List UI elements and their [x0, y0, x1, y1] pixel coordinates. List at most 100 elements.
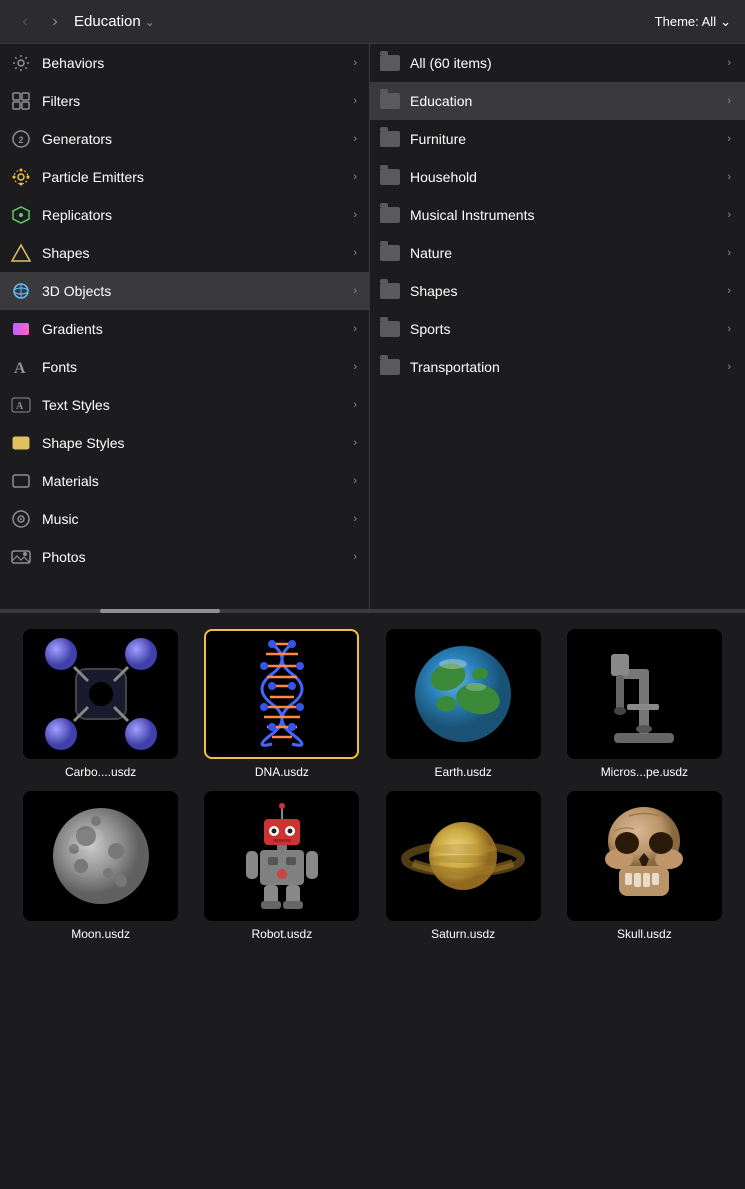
- materials-icon: [10, 470, 32, 492]
- materials-chevron: ›: [353, 475, 357, 487]
- shapes-chevron: ›: [353, 247, 357, 259]
- filters-label: Filters: [42, 93, 80, 109]
- sidebar-item-shape-styles[interactable]: Shape Styles ›: [0, 424, 369, 462]
- sidebar-item-shapes[interactable]: Shapes ›: [0, 234, 369, 272]
- header: ‹ › Education ⌄ Theme: All ⌄: [0, 0, 745, 44]
- 3d-objects-icon: [10, 280, 32, 302]
- particle-emitters-chevron: ›: [353, 171, 357, 183]
- sidebar-item-behaviors[interactable]: Behaviors ›: [0, 44, 369, 82]
- right-panel: All (60 items) › Education › Furniture ›…: [370, 44, 745, 609]
- right-item-furniture[interactable]: Furniture ›: [370, 120, 745, 158]
- list-item[interactable]: Micros...pe.usdz: [560, 629, 729, 779]
- furniture-label: Furniture: [410, 131, 466, 147]
- earth-label: Earth.usdz: [434, 765, 491, 779]
- sidebar-item-3d-objects[interactable]: 3D Objects ›: [0, 272, 369, 310]
- list-item[interactable]: Carbo....usdz: [16, 629, 185, 779]
- forward-button[interactable]: ›: [44, 11, 66, 33]
- music-icon: [10, 508, 32, 530]
- shapes-label: Shapes: [42, 245, 89, 261]
- gear-icon: [10, 52, 32, 74]
- nature-folder-icon: [380, 245, 400, 261]
- fonts-icon: A: [10, 356, 32, 378]
- generators-icon: 2: [10, 128, 32, 150]
- music-chevron: ›: [353, 513, 357, 525]
- sidebar-item-photos[interactable]: Photos ›: [0, 538, 369, 576]
- sports-chevron: ›: [727, 323, 731, 335]
- scroll-track: [100, 609, 645, 613]
- photos-label: Photos: [42, 549, 86, 565]
- robot-label: Robot.usdz: [252, 927, 313, 941]
- nature-chevron: ›: [727, 247, 731, 259]
- sidebar-item-gradients[interactable]: Gradients ›: [0, 310, 369, 348]
- musical-instruments-label: Musical Instruments: [410, 207, 534, 223]
- replicators-icon: [10, 204, 32, 226]
- photos-icon: [10, 546, 32, 568]
- sidebar-item-generators[interactable]: 2 Generators ›: [0, 120, 369, 158]
- saturn-label: Saturn.usdz: [431, 927, 495, 941]
- generators-chevron: ›: [353, 133, 357, 145]
- transportation-chevron: ›: [727, 361, 731, 373]
- shapes-right-chevron: ›: [727, 285, 731, 297]
- text-styles-chevron: ›: [353, 399, 357, 411]
- right-item-all[interactable]: All (60 items) ›: [370, 44, 745, 82]
- right-item-nature[interactable]: Nature ›: [370, 234, 745, 272]
- microscope-label: Micros...pe.usdz: [601, 765, 688, 779]
- behaviors-chevron: ›: [353, 57, 357, 69]
- sidebar-item-particle-emitters[interactable]: Particle Emitters ›: [0, 158, 369, 196]
- sidebar-item-materials[interactable]: Materials ›: [0, 462, 369, 500]
- title-chevron: ⌄: [145, 15, 155, 29]
- sports-folder-icon: [380, 321, 400, 337]
- list-item[interactable]: Saturn.usdz: [379, 791, 548, 941]
- back-button[interactable]: ‹: [14, 11, 36, 33]
- education-label: Education: [410, 93, 472, 109]
- list-item[interactable]: DNA.usdz: [197, 629, 366, 779]
- musical-instruments-chevron: ›: [727, 209, 731, 221]
- shape-styles-chevron: ›: [353, 437, 357, 449]
- list-item[interactable]: Robot.usdz: [197, 791, 366, 941]
- saturn-thumbnail: [386, 791, 541, 921]
- header-title[interactable]: Education ⌄: [74, 13, 155, 30]
- sidebar-item-fonts[interactable]: A Fonts ›: [0, 348, 369, 386]
- particle-emitters-icon: [10, 166, 32, 188]
- household-label: Household: [410, 169, 477, 185]
- right-item-transportation[interactable]: Transportation ›: [370, 348, 745, 386]
- right-item-shapes[interactable]: Shapes ›: [370, 272, 745, 310]
- education-folder-icon: [380, 93, 400, 109]
- sidebar-item-text-styles[interactable]: A Text Styles ›: [0, 386, 369, 424]
- right-item-household[interactable]: Household ›: [370, 158, 745, 196]
- list-item[interactable]: Moon.usdz: [16, 791, 185, 941]
- right-item-musical-instruments[interactable]: Musical Instruments ›: [370, 196, 745, 234]
- earth-thumbnail: [386, 629, 541, 759]
- header-nav: ‹ › Education ⌄: [14, 11, 155, 33]
- 3d-objects-chevron: ›: [353, 285, 357, 297]
- furniture-chevron: ›: [727, 133, 731, 145]
- right-item-sports[interactable]: Sports ›: [370, 310, 745, 348]
- theme-label: Theme: All: [655, 14, 716, 29]
- filters-chevron: ›: [353, 95, 357, 107]
- musical-instruments-folder-icon: [380, 207, 400, 223]
- scroll-thumb[interactable]: [100, 609, 220, 613]
- gradients-icon: [10, 318, 32, 340]
- grid-section: Carbo....usdz: [0, 613, 745, 957]
- music-label: Music: [42, 511, 79, 527]
- photos-chevron: ›: [353, 551, 357, 563]
- sidebar-item-filters[interactable]: Filters ›: [0, 82, 369, 120]
- all-chevron: ›: [727, 57, 731, 69]
- moon-thumbnail: [23, 791, 178, 921]
- gradients-chevron: ›: [353, 323, 357, 335]
- moon-label: Moon.usdz: [71, 927, 130, 941]
- shape-styles-label: Shape Styles: [42, 435, 125, 451]
- sidebar-item-replicators[interactable]: Replicators ›: [0, 196, 369, 234]
- dna-label: DNA.usdz: [255, 765, 309, 779]
- microscope-thumbnail: [567, 629, 722, 759]
- sidebar-item-music[interactable]: Music ›: [0, 500, 369, 538]
- transportation-folder-icon: [380, 359, 400, 375]
- furniture-folder-icon: [380, 131, 400, 147]
- dna-thumbnail: [204, 629, 359, 759]
- theme-selector[interactable]: Theme: All ⌄: [655, 14, 731, 30]
- right-item-education[interactable]: Education ›: [370, 82, 745, 120]
- 3d-objects-label: 3D Objects: [42, 283, 111, 299]
- list-item[interactable]: Skull.usdz: [560, 791, 729, 941]
- svg-text:A: A: [16, 401, 24, 412]
- list-item[interactable]: Earth.usdz: [379, 629, 548, 779]
